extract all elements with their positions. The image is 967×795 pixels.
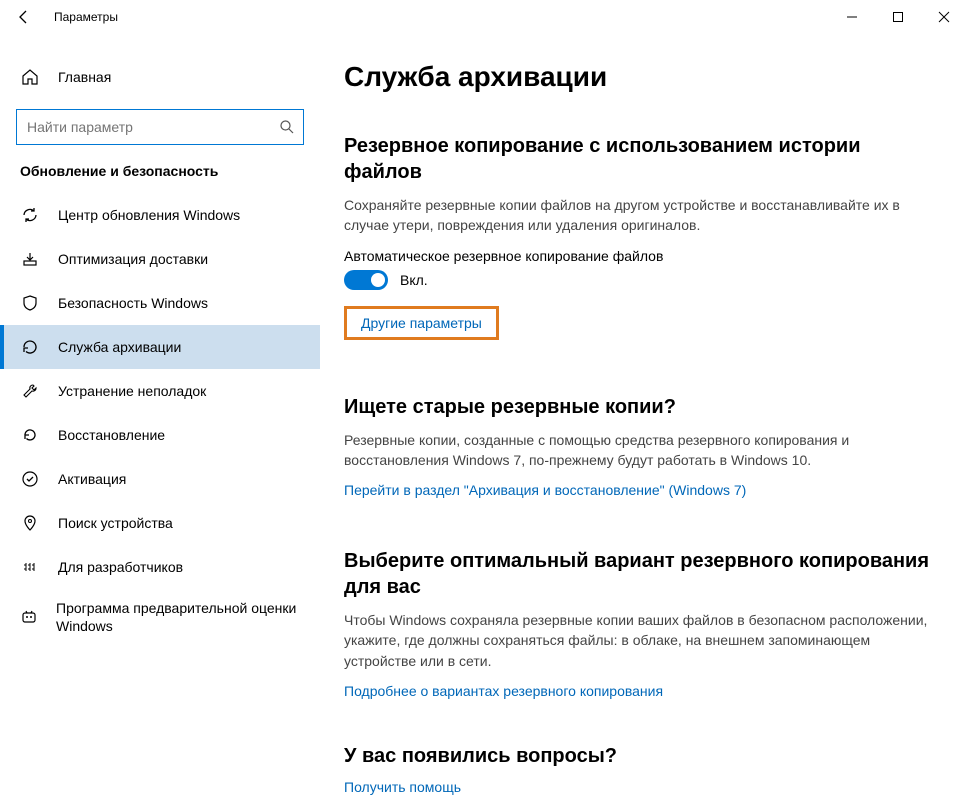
sidebar-item-windows-update[interactable]: Центр обновления Windows <box>0 193 320 237</box>
learn-more-backup-link[interactable]: Подробнее о вариантах резервного копиров… <box>344 683 663 699</box>
sidebar-item-label: Устранение неполадок <box>58 383 206 399</box>
auto-backup-toggle[interactable] <box>344 270 388 290</box>
backup-icon <box>20 337 40 357</box>
sidebar-item-recovery[interactable]: Восстановление <box>0 413 320 457</box>
sidebar-item-label: Активация <box>58 471 126 487</box>
sidebar-item-delivery-optimization[interactable]: Оптимизация доставки <box>0 237 320 281</box>
section-description: Резервные копии, созданные с помощью сре… <box>344 430 924 471</box>
section-heading: Выберите оптимальный вариант резервного … <box>344 548 937 600</box>
sidebar-item-activation[interactable]: Активация <box>0 457 320 501</box>
section-heading: Резервное копирование с использованием и… <box>344 133 937 185</box>
section-heading: Ищете старые резервные копии? <box>344 394 937 420</box>
minimize-button[interactable] <box>829 0 875 33</box>
wrench-icon <box>20 381 40 401</box>
close-button[interactable] <box>921 0 967 33</box>
section-description: Сохраняйте резервные копии файлов на дру… <box>344 195 924 236</box>
sidebar-home[interactable]: Главная <box>0 53 320 101</box>
sidebar-item-find-my-device[interactable]: Поиск устройства <box>0 501 320 545</box>
toggle-label: Автоматическое резервное копирование фай… <box>344 248 937 264</box>
home-icon <box>20 67 40 87</box>
shield-icon <box>20 293 40 313</box>
sidebar-item-label: Оптимизация доставки <box>58 251 208 267</box>
section-choose-backup: Выберите оптимальный вариант резервного … <box>344 548 937 699</box>
sidebar-item-label: Поиск устройства <box>58 515 173 531</box>
delivery-icon <box>20 249 40 269</box>
section-questions: У вас появились вопросы? Получить помощь <box>344 743 937 795</box>
sidebar-item-label: Безопасность Windows <box>58 295 208 311</box>
section-heading: У вас появились вопросы? <box>344 743 937 769</box>
get-help-link[interactable]: Получить помощь <box>344 779 461 795</box>
sync-icon <box>20 205 40 225</box>
search-field[interactable] <box>27 119 279 135</box>
search-icon <box>279 119 295 135</box>
section-file-history: Резервное копирование с использованием и… <box>344 133 937 364</box>
page-title: Служба архивации <box>344 61 937 93</box>
sidebar-item-label: Центр обновления Windows <box>58 207 240 223</box>
more-options-highlight: Другие параметры <box>344 306 499 340</box>
sidebar-home-label: Главная <box>58 69 111 85</box>
back-button[interactable] <box>0 0 48 33</box>
section-old-backups: Ищете старые резервные копии? Резервные … <box>344 394 937 499</box>
location-icon <box>20 513 40 533</box>
sidebar-item-windows-insider[interactable]: Программа предварительной оценки Windows <box>0 589 320 645</box>
sidebar-item-label: Программа предварительной оценки Windows <box>56 599 320 635</box>
search-input[interactable] <box>16 109 304 145</box>
recovery-icon <box>20 425 40 445</box>
window-title: Параметры <box>54 10 118 24</box>
sidebar-item-backup[interactable]: Служба архивации <box>0 325 320 369</box>
check-circle-icon <box>20 469 40 489</box>
sidebar-item-windows-security[interactable]: Безопасность Windows <box>0 281 320 325</box>
toggle-state: Вкл. <box>400 272 428 288</box>
sidebar-item-label: Служба архивации <box>58 339 181 355</box>
sidebar-section-title: Обновление и безопасность <box>0 163 320 193</box>
sidebar-item-for-developers[interactable]: Для разработчиков <box>0 545 320 589</box>
titlebar: Параметры <box>0 0 967 33</box>
sidebar-item-label: Восстановление <box>58 427 165 443</box>
section-description: Чтобы Windows сохраняла резервные копии … <box>344 610 937 671</box>
more-options-link[interactable]: Другие параметры <box>361 315 482 331</box>
backup-restore-win7-link[interactable]: Перейти в раздел "Архивация и восстановл… <box>344 482 746 498</box>
sidebar-item-troubleshoot[interactable]: Устранение неполадок <box>0 369 320 413</box>
content-area: Служба архивации Резервное копирование с… <box>320 33 967 795</box>
maximize-button[interactable] <box>875 0 921 33</box>
developer-icon <box>20 557 40 577</box>
sidebar: Главная Обновление и безопасность Центр … <box>0 33 320 795</box>
insider-icon <box>20 607 38 627</box>
sidebar-item-label: Для разработчиков <box>58 559 183 575</box>
